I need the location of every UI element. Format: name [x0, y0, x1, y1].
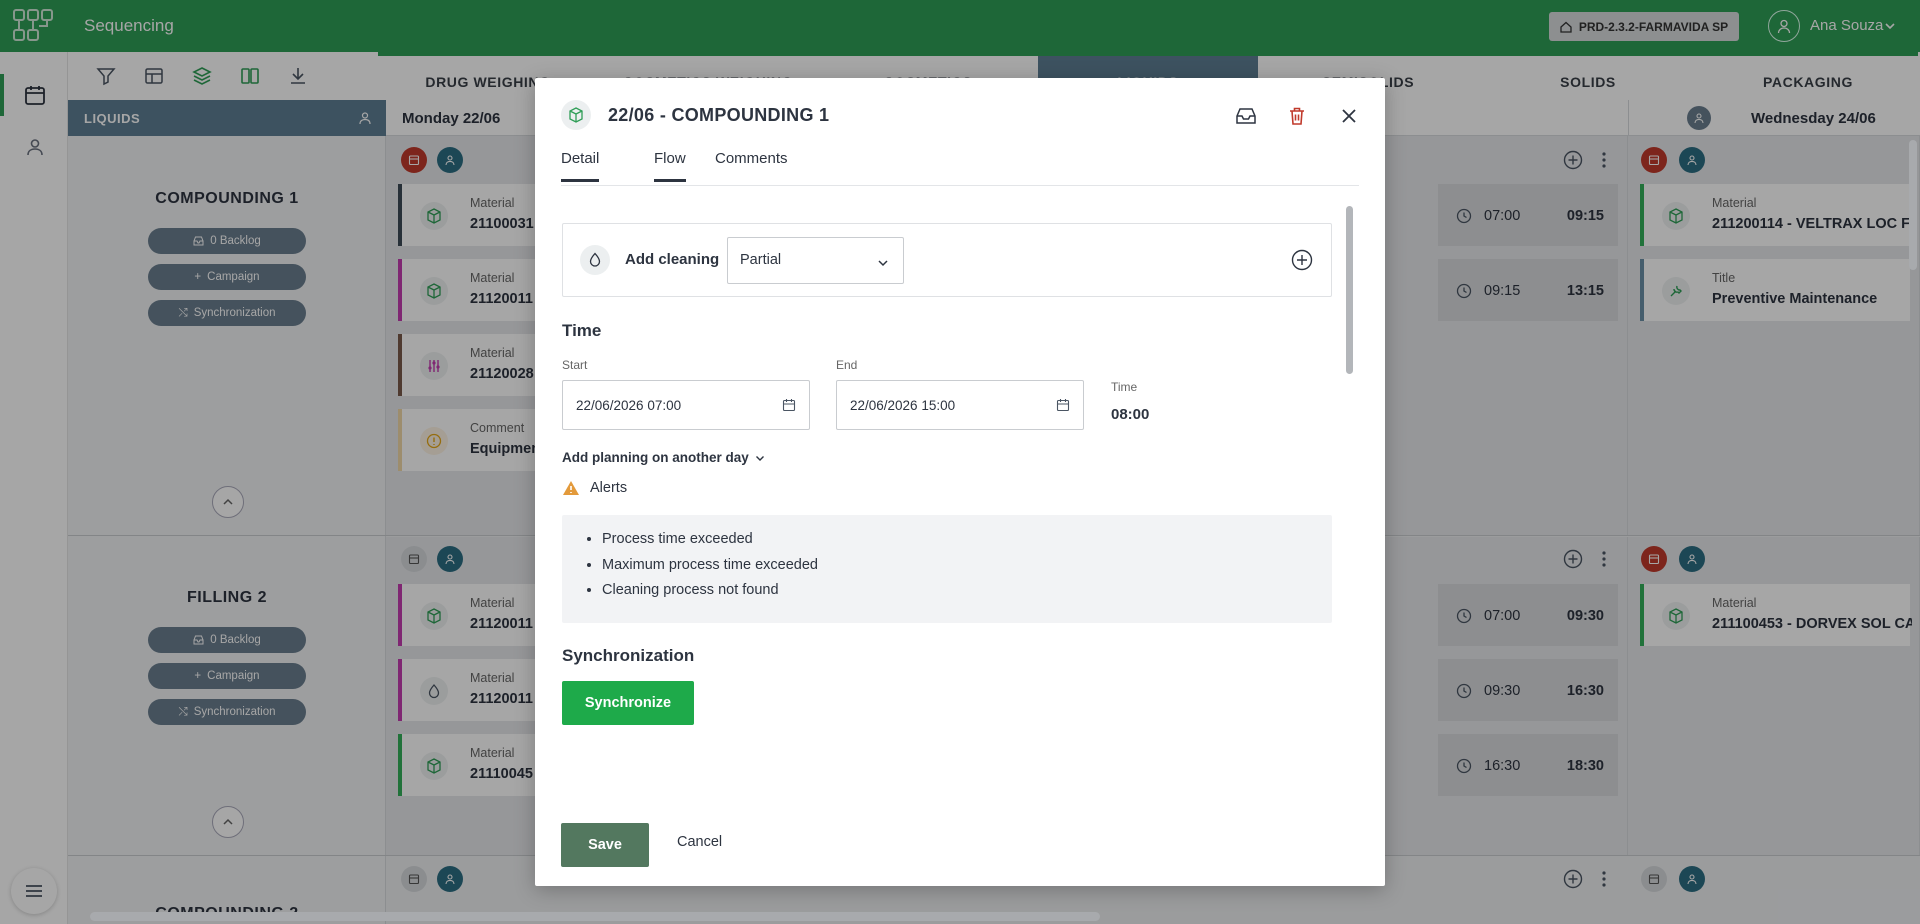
- modal-scrollbar[interactable]: [1346, 206, 1353, 374]
- inbox-button[interactable]: [1235, 105, 1257, 127]
- end-date-value: 22/06/2026 15:00: [850, 398, 956, 413]
- time-section-title: Time: [562, 321, 602, 340]
- modal-tabs: Detail Flow Comments: [561, 150, 1359, 186]
- add-cleaning-button[interactable]: [1291, 249, 1313, 271]
- vertical-scrollbar[interactable]: [1909, 140, 1917, 270]
- alert-item: Process time exceeded: [602, 527, 1332, 553]
- add-planning-toggle[interactable]: Add planning on another day: [562, 450, 765, 465]
- alert-item: Maximum process time exceeded: [602, 553, 1332, 579]
- sync-section-title: Synchronization: [562, 646, 695, 665]
- tab-detail[interactable]: Detail: [561, 150, 600, 182]
- chevron-down-icon: [755, 455, 764, 461]
- event-detail-modal: 22/06 - COMPOUNDING 1 Detail Flow Commen…: [535, 78, 1385, 886]
- save-button[interactable]: Save: [561, 823, 649, 867]
- warning-triangle-icon: [563, 481, 579, 495]
- cancel-button[interactable]: Cancel: [677, 834, 722, 850]
- duration-value: 08:00: [1111, 406, 1150, 423]
- start-label: Start: [562, 358, 588, 372]
- add-planning-label: Add planning on another day: [562, 450, 749, 465]
- alerts-title: Alerts: [590, 480, 628, 496]
- add-cleaning-label: Add cleaning: [625, 251, 720, 268]
- alerts-header: Alerts: [562, 480, 627, 496]
- calendar-icon[interactable]: [782, 398, 796, 412]
- box-icon: [561, 100, 591, 130]
- horizontal-scrollbar[interactable]: [90, 912, 1100, 921]
- tab-comments[interactable]: Comments: [715, 150, 788, 179]
- calendar-icon[interactable]: [1056, 398, 1070, 412]
- end-date-input[interactable]: 22/06/2026 15:00: [836, 380, 1084, 430]
- end-label: End: [836, 358, 858, 372]
- cleaning-type-select[interactable]: Partial: [727, 237, 904, 284]
- add-circle-icon: [1291, 249, 1313, 271]
- trash-icon: [1290, 107, 1304, 125]
- inbox-icon: [1236, 108, 1256, 124]
- drop-icon: [580, 245, 610, 275]
- start-date-value: 22/06/2026 07:00: [576, 398, 682, 413]
- close-button[interactable]: [1338, 105, 1360, 127]
- chevron-down-icon: [877, 257, 889, 269]
- alert-item: Cleaning process not found: [602, 578, 1332, 604]
- close-icon: [1342, 109, 1356, 123]
- synchronize-button[interactable]: Synchronize: [562, 681, 694, 725]
- cleaning-type-value: Partial: [740, 252, 782, 268]
- delete-button[interactable]: [1286, 105, 1308, 127]
- tab-flow[interactable]: Flow: [654, 150, 686, 182]
- duration-label: Time: [1111, 380, 1138, 394]
- modal-title: 22/06 - COMPOUNDING 1: [608, 105, 830, 125]
- start-date-input[interactable]: 22/06/2026 07:00: [562, 380, 810, 430]
- alerts-list: Process time exceeded Maximum process ti…: [562, 515, 1332, 623]
- cleaning-section: Add cleaning Partial: [562, 223, 1332, 297]
